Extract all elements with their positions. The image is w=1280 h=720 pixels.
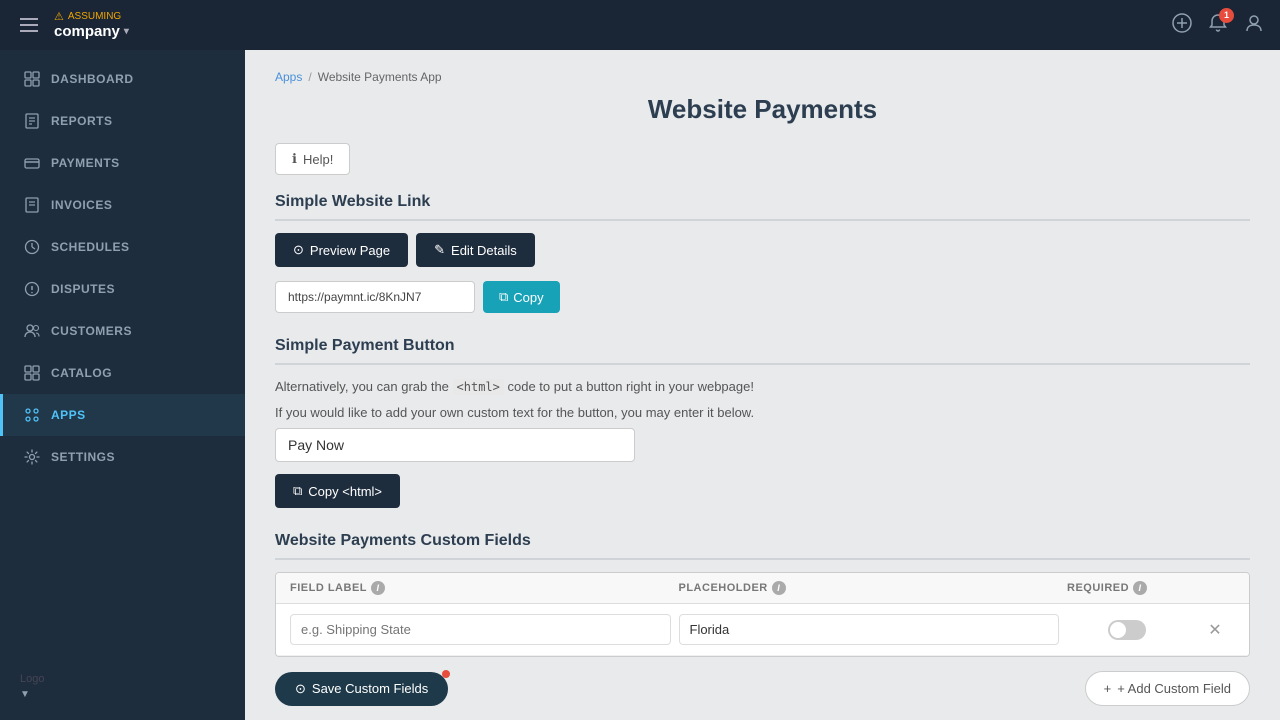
main-content: Apps / Website Payments App Website Paym… (245, 50, 1280, 720)
payment-button-desc1: Alternatively, you can grab the <html> c… (275, 377, 1250, 397)
topbar: ASSUMING company 1 (0, 0, 1280, 50)
company-warning: ASSUMING (54, 10, 129, 23)
sidebar-item-customers[interactable]: CUSTOMERS (0, 310, 245, 352)
logo-placeholder[interactable]: Logo (20, 673, 225, 685)
sidebar-item-label: INVOICES (51, 198, 112, 212)
company-name-button[interactable]: company (54, 23, 129, 40)
sidebar-bottom: Logo ▼ (0, 661, 245, 712)
topbar-right: 1 (1172, 13, 1264, 38)
sidebar-item-catalog[interactable]: CATALOG (0, 352, 245, 394)
sidebar-item-disputes[interactable]: DISPUTES (0, 268, 245, 310)
settings-icon (23, 448, 41, 466)
breadcrumb-current: Website Payments App (318, 70, 442, 84)
url-display: https://paymnt.ic/8KnJN7 (275, 281, 475, 313)
placeholder-input[interactable] (679, 614, 1060, 645)
add-icon[interactable] (1172, 13, 1192, 38)
sidebar-item-label: DASHBOARD (51, 72, 134, 86)
breadcrumb-apps-link[interactable]: Apps (275, 70, 302, 84)
breadcrumb-separator: / (308, 70, 311, 84)
help-button-label: Help! (303, 152, 333, 167)
custom-fields-section: Website Payments Custom Fields FIELD LAB… (275, 532, 1250, 706)
sidebar-item-schedules[interactable]: SCHEDULES (0, 226, 245, 268)
user-icon[interactable] (1244, 13, 1264, 38)
sidebar-item-invoices[interactable]: INVOICES (0, 184, 245, 226)
sidebar-item-label: SETTINGS (51, 450, 115, 464)
required-header: REQUIRED i (1067, 581, 1187, 595)
required-info-icon: i (1133, 581, 1147, 595)
topbar-left: ASSUMING company (16, 10, 129, 40)
breadcrumb: Apps / Website Payments App (275, 70, 1250, 84)
sidebar-bottom-arrow[interactable]: ▼ (20, 689, 225, 700)
company-info: ASSUMING company (54, 10, 129, 40)
copy-url-button[interactable]: ⧉ Copy (483, 281, 560, 313)
custom-fields-header-row: FIELD LABEL i PLACEHOLDER i REQUIRED i (276, 573, 1249, 604)
sidebar-item-label: DISPUTES (51, 282, 115, 296)
field-label-input[interactable] (290, 614, 671, 645)
hamburger-menu[interactable] (16, 14, 42, 36)
sidebar-item-label: REPORTS (51, 114, 113, 128)
sidebar-item-label: CATALOG (51, 366, 112, 380)
custom-fields-title: Website Payments Custom Fields (275, 532, 1250, 560)
disputes-icon (23, 280, 41, 298)
url-row: https://paymnt.ic/8KnJN7 ⧉ Copy (275, 281, 1250, 313)
customers-icon (23, 322, 41, 340)
required-toggle-container (1067, 620, 1187, 640)
help-button[interactable]: ℹ Help! (275, 143, 350, 175)
sidebar-item-payments[interactable]: PAYMENTS (0, 142, 245, 184)
reports-icon (23, 112, 41, 130)
custom-fields-table: FIELD LABEL i PLACEHOLDER i REQUIRED i (275, 572, 1250, 657)
payments-icon (23, 154, 41, 172)
copy-html-icon: ⧉ (293, 483, 302, 499)
copy-html-button[interactable]: ⧉ Copy <html> (275, 474, 400, 508)
remove-row-button[interactable]: ✕ (1195, 620, 1235, 640)
custom-fields-actions-row: ⊙ Save Custom Fields + + Add Custom Fiel… (275, 671, 1250, 706)
schedules-icon (23, 238, 41, 256)
field-label-info-icon: i (371, 581, 385, 595)
simple-payment-button-section: Simple Payment Button Alternatively, you… (275, 337, 1250, 508)
sidebar-item-label: PAYMENTS (51, 156, 120, 170)
required-toggle[interactable] (1108, 620, 1146, 640)
dashboard-icon (23, 70, 41, 88)
page-title: Website Payments (275, 94, 1250, 125)
apps-icon (23, 406, 41, 424)
sidebar-item-label: CUSTOMERS (51, 324, 132, 338)
save-icon: ⊙ (295, 681, 306, 697)
copy-icon: ⧉ (499, 289, 508, 305)
sidebar-item-reports[interactable]: REPORTS (0, 100, 245, 142)
notification-badge: 1 (1219, 8, 1234, 23)
edit-details-button[interactable]: ✎ Edit Details (416, 233, 535, 267)
custom-field-row: ✕ (276, 604, 1249, 656)
notifications-icon[interactable]: 1 (1208, 13, 1228, 38)
sidebar-item-label: SCHEDULES (51, 240, 130, 254)
sidebar-item-apps[interactable]: APPS (0, 394, 245, 436)
add-custom-field-button[interactable]: + + Add Custom Field (1085, 671, 1250, 706)
sidebar: DASHBOARD REPORTS PAYMENTS (0, 50, 245, 720)
payment-button-desc2: If you would like to add your own custom… (275, 403, 1250, 423)
save-custom-fields-button[interactable]: ⊙ Save Custom Fields (275, 672, 448, 706)
placeholder-header: PLACEHOLDER i (679, 581, 1060, 595)
invoices-icon (23, 196, 41, 214)
preview-icon: ⊙ (293, 242, 304, 258)
website-link-btn-group: ⊙ Preview Page ✎ Edit Details (275, 233, 1250, 267)
sidebar-item-dashboard[interactable]: DASHBOARD (0, 58, 245, 100)
simple-payment-btn-title: Simple Payment Button (275, 337, 1250, 365)
simple-website-link-section: Simple Website Link ⊙ Preview Page ✎ Edi… (275, 193, 1250, 313)
catalog-icon (23, 364, 41, 382)
sidebar-item-label: APPS (51, 408, 86, 422)
add-icon: + (1104, 681, 1112, 696)
help-icon: ℹ (292, 151, 297, 167)
layout: DASHBOARD REPORTS PAYMENTS (0, 50, 1280, 720)
field-label-header: FIELD LABEL i (290, 581, 671, 595)
payment-button-text-input[interactable] (275, 428, 635, 462)
simple-website-link-title: Simple Website Link (275, 193, 1250, 221)
edit-icon: ✎ (434, 242, 445, 258)
preview-page-button[interactable]: ⊙ Preview Page (275, 233, 408, 267)
placeholder-info-icon: i (772, 581, 786, 595)
sidebar-item-settings[interactable]: SETTINGS (0, 436, 245, 478)
